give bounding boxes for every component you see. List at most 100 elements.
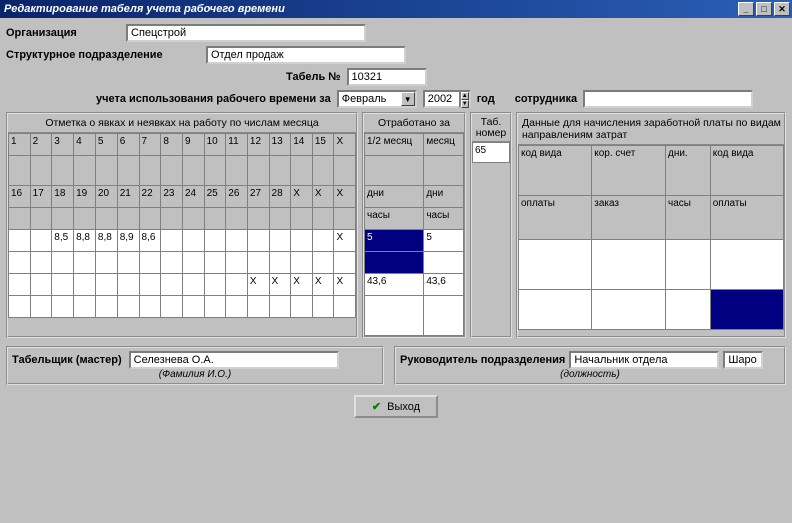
attendance-cell[interactable] (161, 274, 183, 296)
org-input[interactable] (126, 24, 366, 42)
attendance-cell[interactable] (30, 230, 52, 252)
tabnum-grid[interactable]: 65 (472, 142, 510, 163)
tabnum-value[interactable]: 65 (473, 143, 510, 163)
year-suffix: год (477, 93, 495, 105)
payroll-title: Данные для начисления заработной платы п… (518, 114, 784, 145)
maximize-icon[interactable]: □ (756, 2, 772, 16)
attendance-cell: 3 (52, 134, 74, 156)
worked-r1b[interactable]: 5 (424, 230, 464, 252)
attendance-cell[interactable] (312, 230, 334, 252)
month-combo[interactable]: Февраль ▼ (337, 90, 417, 108)
attendance-cell[interactable]: X (291, 274, 313, 296)
minimize-icon[interactable]: _ (738, 2, 754, 16)
attendance-cell[interactable] (204, 274, 226, 296)
attendance-cell[interactable]: X (334, 230, 356, 252)
attendance-cell[interactable] (161, 230, 183, 252)
payroll-c4: код вида (710, 146, 783, 196)
employee-label: сотрудника (515, 93, 577, 105)
attendance-cell[interactable]: 8,8 (74, 230, 96, 252)
spinner-down-icon[interactable]: ▼ (461, 100, 469, 108)
payroll-panel: Данные для начисления заработной платы п… (516, 112, 786, 338)
attendance-cell[interactable] (182, 230, 204, 252)
chevron-down-icon[interactable]: ▼ (401, 92, 415, 106)
attendance-cell[interactable]: 8,5 (52, 230, 74, 252)
worked-r2b[interactable] (424, 252, 464, 274)
worked-panel: Отработано за 1/2 месяцмесяц днидни часы… (362, 112, 466, 338)
tabnum-panel: Таб. номер 65 (470, 112, 512, 338)
dept-input[interactable] (206, 46, 406, 64)
attendance-cell: 2 (30, 134, 52, 156)
attendance-cell[interactable] (30, 274, 52, 296)
worked-grid[interactable]: 1/2 месяцмесяц днидни часычасы 55 43,643… (364, 133, 464, 336)
attendance-cell[interactable]: X (269, 274, 291, 296)
payroll-c7: часы (665, 196, 710, 240)
tabel-input[interactable] (347, 68, 427, 86)
payroll-c6: заказ (592, 196, 666, 240)
attendance-cell: X (312, 186, 334, 208)
attendance-cell[interactable]: 8,6 (139, 230, 161, 252)
attendance-cell: 24 (182, 186, 204, 208)
attendance-title: Отметка о явках и неявках на работу по ч… (8, 114, 356, 133)
attendance-cell[interactable] (291, 230, 313, 252)
worked-h1b: месяц (424, 134, 464, 156)
attendance-cell: 27 (247, 186, 269, 208)
attendance-cell: X (334, 134, 356, 156)
check-icon: ✔ (372, 400, 381, 413)
attendance-cell[interactable] (247, 230, 269, 252)
leader-label: Руководитель подразделения (400, 354, 565, 366)
attendance-cell[interactable]: 8,9 (117, 230, 139, 252)
worked-r2a[interactable] (365, 252, 424, 274)
spinner-up-icon[interactable]: ▲ (461, 92, 469, 100)
attendance-cell[interactable] (117, 274, 139, 296)
window-title: Редактирование табеля учета рабочего вре… (4, 3, 285, 15)
attendance-cell[interactable] (226, 230, 248, 252)
worked-r3a[interactable]: 43,6 (365, 274, 424, 296)
attendance-cell: 11 (226, 134, 248, 156)
attendance-cell: 13 (269, 134, 291, 156)
exit-label: Выход (387, 401, 420, 413)
org-label: Организация (6, 27, 126, 39)
attendance-cell[interactable] (95, 274, 117, 296)
month-value: Февраль (339, 92, 401, 106)
employee-input[interactable] (583, 90, 753, 108)
leader-input[interactable] (569, 351, 719, 369)
attendance-cell[interactable] (9, 274, 31, 296)
worked-h3a: часы (365, 208, 424, 230)
payroll-c8: оплаты (710, 196, 783, 240)
attendance-cell[interactable] (52, 274, 74, 296)
attendance-cell[interactable] (9, 230, 31, 252)
attendance-grid[interactable]: 123456789101112131415X161718192021222324… (8, 133, 356, 318)
leader-hint: (должность) (400, 369, 780, 380)
attendance-cell: 17 (30, 186, 52, 208)
attendance-cell: X (291, 186, 313, 208)
attendance-cell[interactable] (182, 274, 204, 296)
extra-input[interactable] (723, 351, 763, 369)
worked-r3b[interactable]: 43,6 (424, 274, 464, 296)
year-input[interactable] (423, 90, 459, 108)
payroll-c2: кор. счет (592, 146, 666, 196)
worked-r1a[interactable]: 5 (365, 230, 424, 252)
attendance-cell: X (334, 186, 356, 208)
attendance-cell[interactable] (74, 274, 96, 296)
attendance-cell[interactable] (139, 274, 161, 296)
attendance-cell[interactable]: X (312, 274, 334, 296)
tabkeeper-input[interactable] (129, 351, 339, 369)
attendance-cell[interactable] (204, 230, 226, 252)
period-label: учета использования рабочего времени за (96, 93, 331, 105)
attendance-cell[interactable] (269, 230, 291, 252)
attendance-cell: 22 (139, 186, 161, 208)
attendance-cell[interactable]: 8,8 (95, 230, 117, 252)
attendance-cell: 12 (247, 134, 269, 156)
attendance-cell: 14 (291, 134, 313, 156)
attendance-cell: 1 (9, 134, 31, 156)
close-icon[interactable]: ✕ (774, 2, 790, 16)
attendance-cell: 28 (269, 186, 291, 208)
tabkeeper-label: Табельщик (мастер) (12, 354, 122, 366)
attendance-cell[interactable]: X (334, 274, 356, 296)
attendance-cell[interactable]: X (247, 274, 269, 296)
exit-button[interactable]: ✔ Выход (354, 395, 438, 418)
attendance-cell: 19 (74, 186, 96, 208)
attendance-cell[interactable] (226, 274, 248, 296)
payroll-grid[interactable]: код вида кор. счет дни. код вида оплаты … (518, 145, 784, 330)
year-spinner[interactable]: ▲ ▼ (459, 90, 471, 108)
